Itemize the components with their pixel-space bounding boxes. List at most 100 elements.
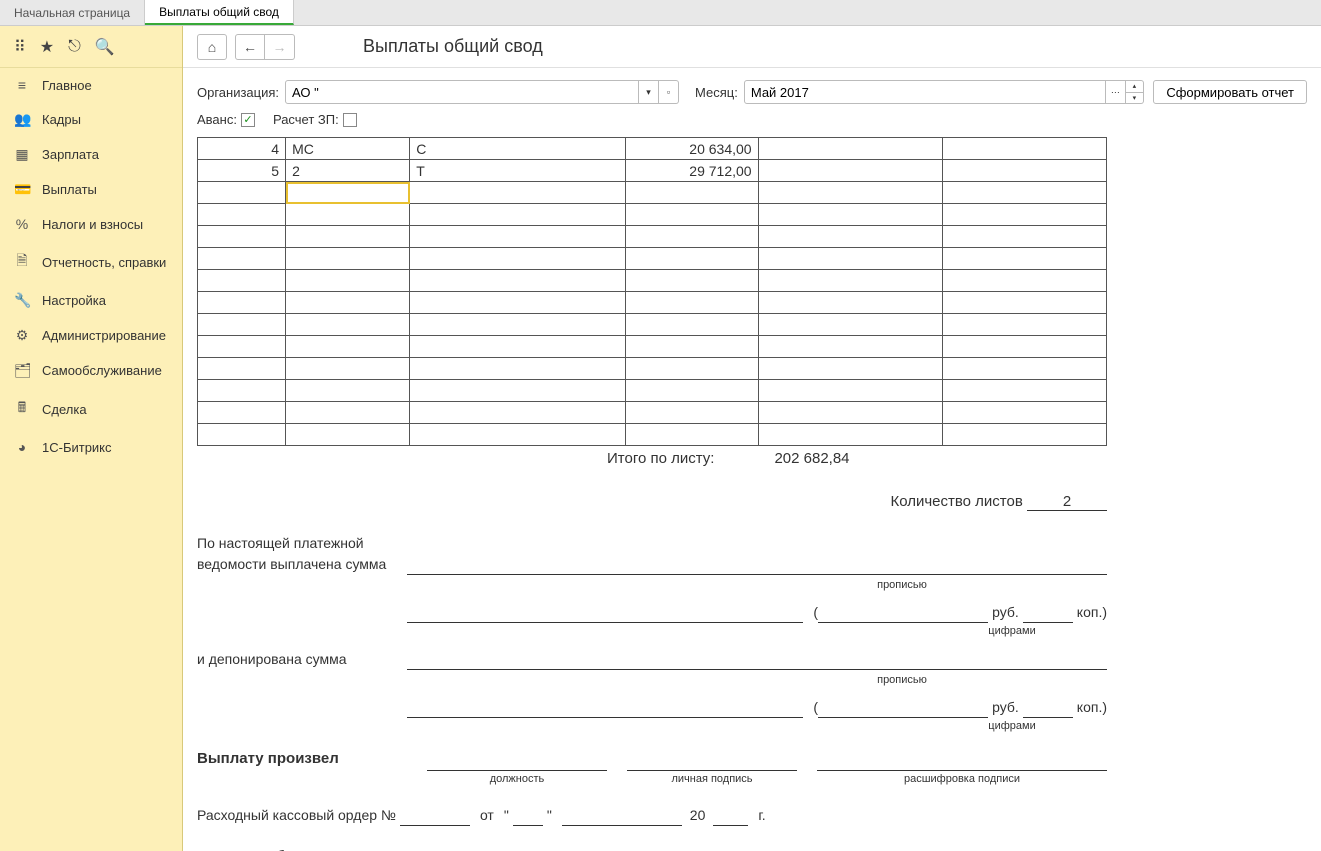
nav-selfservice[interactable]: 🗂 Самообслуживание [0,353,182,388]
payer-label: Выплату произвел [197,748,407,771]
table-row[interactable]: 5 2 Т 29 712,00 [198,160,1107,182]
report-area[interactable]: 4 МС С 20 634,00 5 2 Т 29 712,00 [183,137,1321,851]
cifr-label: цифрами [917,623,1107,640]
org-open-button[interactable]: ▫ [659,80,679,104]
kop-label: коп.) [1077,602,1107,623]
cell-num[interactable]: 5 [198,160,286,182]
cell-empty[interactable] [942,138,1106,160]
cell-name[interactable]: С [410,138,626,160]
table-row[interactable] [198,182,1107,204]
cell-code[interactable]: 2 [286,160,410,182]
table-row[interactable] [198,358,1107,380]
table-row[interactable] [198,226,1107,248]
order-row: Расходный кассовый ордер № от "" 20 г. [197,805,1107,826]
payment-form: По настоящей платежной ведомости выплаче… [197,533,1107,851]
clock-icon: ◕ [14,439,30,455]
month-picker-button[interactable]: ⋯ [1106,80,1126,104]
nav-deal[interactable]: 🖩Сделка [0,388,182,430]
cell-empty[interactable] [942,160,1106,182]
checkbox-bar: Аванс: ✓ Расчет ЗП: [183,112,1321,137]
sheets-value: 2 [1027,493,1107,511]
generate-report-button[interactable]: Сформировать отчет [1153,80,1307,104]
nav-main[interactable]: ≡ Главное [0,68,182,102]
card-icon: 💳 [14,181,30,198]
search-icon[interactable]: 🔍 [95,37,115,57]
month-spinner[interactable]: ▴▾ [1126,80,1144,104]
sidebar-toolbar: ⠿ ★ ⎋ 🔍 [0,26,182,68]
cell-num[interactable]: 4 [198,138,286,160]
table-row[interactable] [198,204,1107,226]
nav-label: Главное [42,78,92,93]
nav-salary[interactable]: ▦Зарплата [0,137,182,172]
tabs-bar: Начальная страница Выплаты общий свод [0,0,1321,26]
table-row[interactable]: 4 МС С 20 634,00 [198,138,1107,160]
cell-amount[interactable]: 29 712,00 [626,160,758,182]
star-icon[interactable]: ★ [40,37,54,57]
year-prefix: 20 [690,805,706,826]
day-line [513,808,543,826]
cell-empty[interactable] [758,138,942,160]
depon-words-line [407,652,1107,670]
filter-bar: Организация: ▾ ▫ Месяц: ⋯ ▴▾ Сформироват… [183,68,1321,112]
tab-home[interactable]: Начальная страница [0,0,145,25]
content-area: ⌂ ← → Выплаты общий свод Организация: ▾ … [183,26,1321,851]
sidebar: ⠿ ★ ⎋ 🔍 ≡ Главное 👥Кадры ▦Зарплата 💳 Выпла… [0,26,183,851]
table-row[interactable] [198,270,1107,292]
history-icon[interactable]: ⎋ [68,38,81,56]
table-row[interactable] [198,424,1107,446]
calc-checkbox[interactable] [343,113,357,127]
nav-label: Сделка [42,402,87,417]
advance-checkbox[interactable]: ✓ [241,113,255,127]
rub-line [818,605,988,623]
depon-line [407,700,803,718]
tab-payments-summary[interactable]: Выплаты общий свод [145,0,294,25]
nav-bitrix[interactable]: ◕ 1С-Битрикс [0,430,182,464]
nav-label: Выплаты [42,182,97,197]
forward-button[interactable]: → [265,34,295,60]
table-row[interactable] [198,380,1107,402]
month-input[interactable] [744,80,1106,104]
nav-payments[interactable]: 💳 Выплаты [0,172,182,207]
cell-name[interactable]: Т [410,160,626,182]
nav-label: 1С-Битрикс [42,440,112,455]
amount-line [407,605,803,623]
decode-line [817,753,1107,771]
org-dropdown-button[interactable]: ▾ [639,80,659,104]
propisyu-label-2: прописью [697,672,1107,689]
folder-icon: 🗂 [14,362,30,379]
nav-label: Самообслуживание [42,363,162,378]
propisyu-label: прописью [697,577,1107,594]
back-button[interactable]: ← [235,34,265,60]
table-row[interactable] [198,336,1107,358]
spinner-down-icon[interactable]: ▾ [1126,93,1143,104]
order-num-line [400,808,470,826]
nav-label: Налоги и взносы [42,217,143,232]
nav-taxes[interactable]: %Налоги и взносы [0,207,182,241]
cell-empty[interactable] [758,160,942,182]
org-input[interactable] [285,80,639,104]
cell-code[interactable]: МС [286,138,410,160]
year-line [713,808,748,826]
spinner-up-icon[interactable]: ▴ [1126,81,1143,93]
nav-admin[interactable]: ⚙Администрирование [0,318,182,353]
grid-icon: ▦ [14,146,30,163]
nav-reports[interactable]: 🗎 Отчетность, справки [0,241,182,283]
table-row[interactable] [198,402,1107,424]
nav-settings[interactable]: 🔧Настройка [0,283,182,318]
table-row[interactable] [198,314,1107,336]
apps-icon[interactable]: ⠿ [14,37,26,57]
table-row[interactable] [198,248,1107,270]
nav-personnel[interactable]: 👥Кадры [0,102,182,137]
table-row[interactable] [198,292,1107,314]
nav-label: Отчетность, справки [42,255,166,270]
home-button[interactable]: ⌂ [197,34,227,60]
editing-cell[interactable] [286,182,410,204]
total-value: 202 682,84 [774,450,849,467]
g-label: г. [758,805,765,826]
advance-label: Аванс: [197,112,237,127]
cell-amount[interactable]: 20 634,00 [626,138,758,160]
signature-line [627,753,797,771]
doc-icon: 🗎 [14,250,30,274]
tab-label: Выплаты общий свод [159,5,279,19]
menu-icon: ≡ [14,77,30,93]
